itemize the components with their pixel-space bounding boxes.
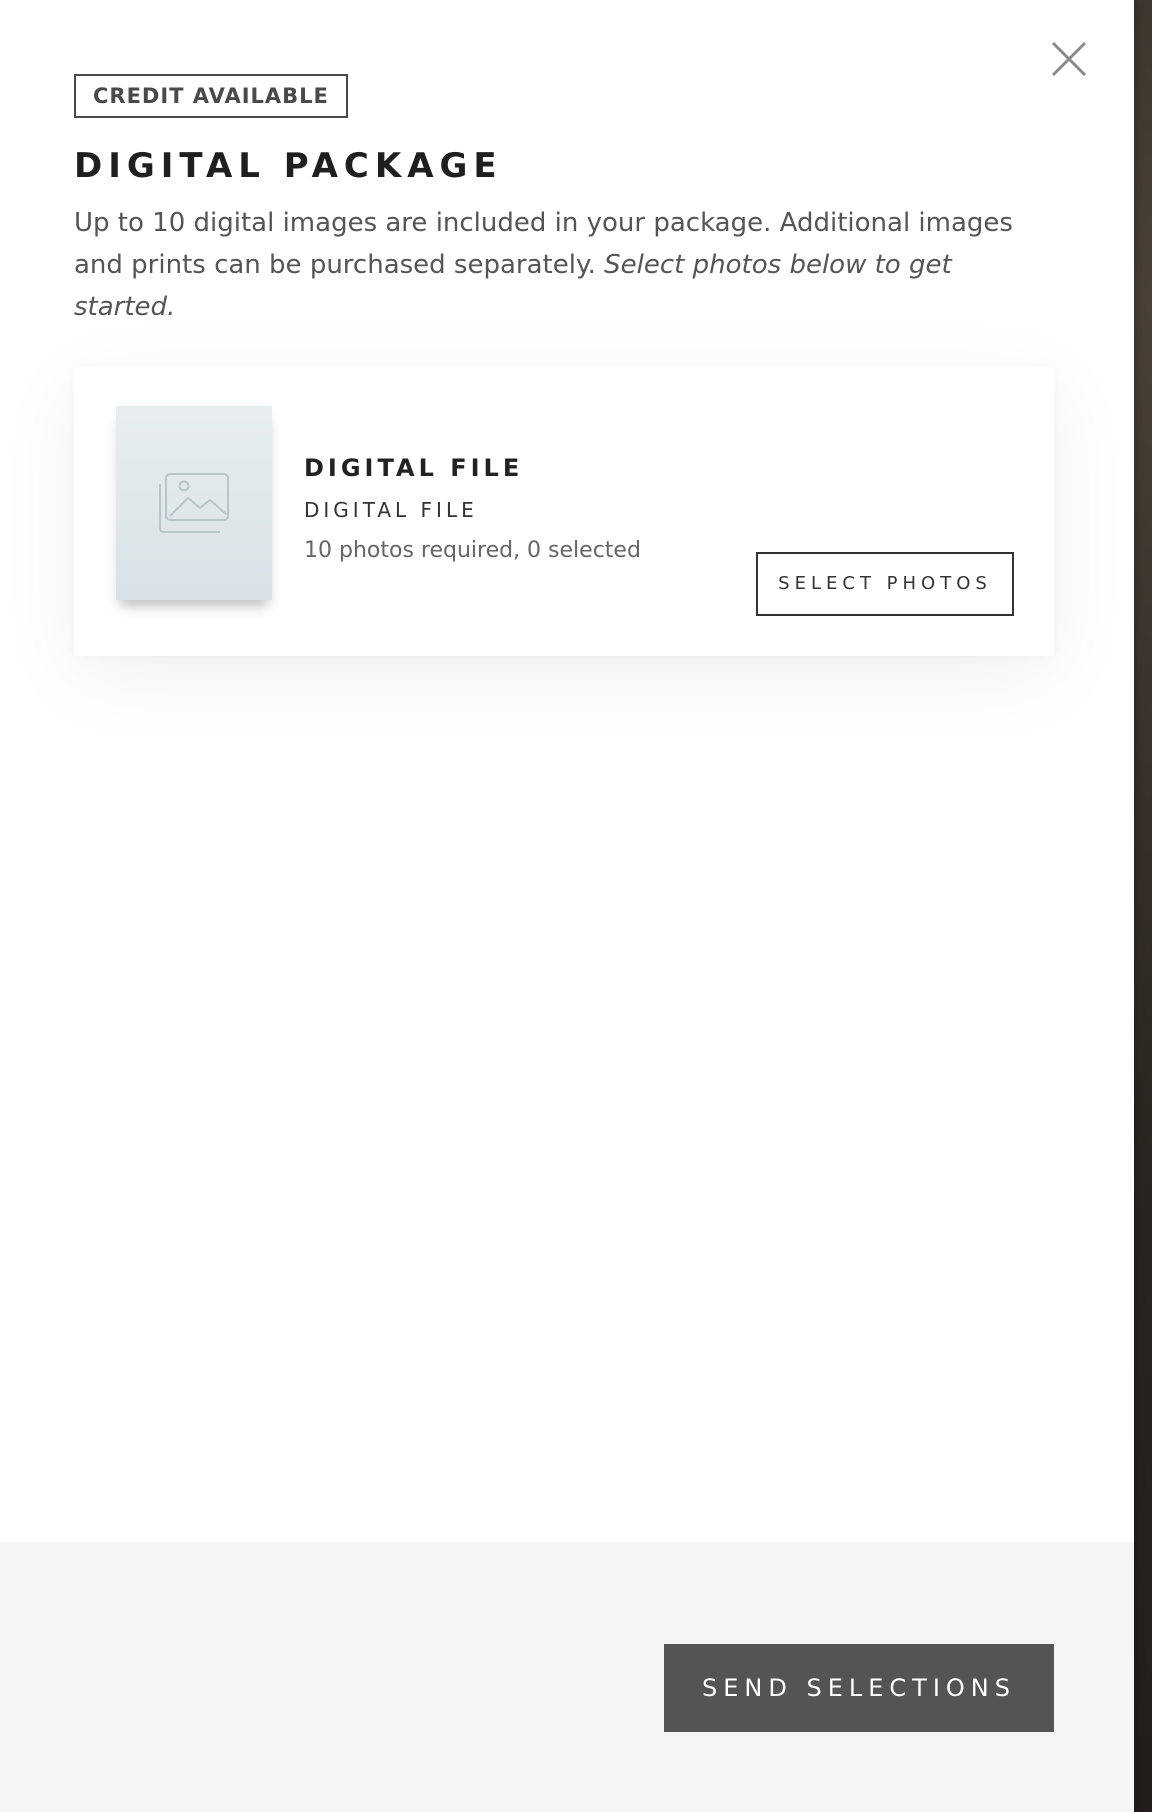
credit-available-badge: CREDIT AVAILABLE (74, 74, 348, 118)
package-description: Up to 10 digital images are included in … (74, 202, 1054, 328)
item-subtitle: DIGITAL FILE (304, 498, 478, 522)
item-title: DIGITAL FILE (304, 454, 524, 482)
select-photos-button[interactable]: SELECT PHOTOS (756, 552, 1014, 616)
item-selection-status: 10 photos required, 0 selected (304, 538, 641, 563)
item-thumbnail (116, 406, 272, 600)
page-title: DIGITAL PACKAGE (74, 146, 503, 186)
image-placeholder-icon (156, 472, 232, 538)
send-selections-button[interactable]: SEND SELECTIONS (664, 1644, 1054, 1732)
package-item-card: DIGITAL FILE DIGITAL FILE 10 photos requ… (74, 366, 1054, 656)
close-icon[interactable] (1050, 40, 1088, 78)
package-panel: CREDIT AVAILABLE DIGITAL PACKAGE Up to 1… (0, 0, 1134, 1812)
footer-bar: SEND SELECTIONS (0, 1542, 1134, 1812)
